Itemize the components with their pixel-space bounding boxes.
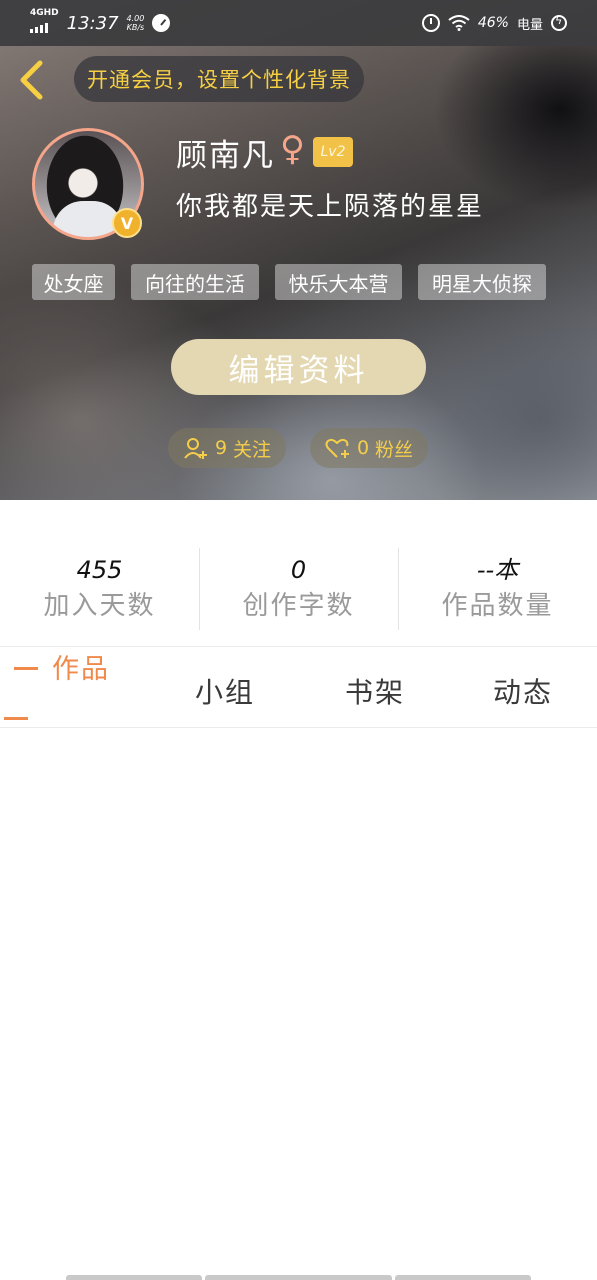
speedometer-icon	[152, 14, 171, 32]
profile-signature: 你我都是天上陨落的星星	[176, 192, 485, 222]
stat-value: --本	[476, 556, 519, 584]
gesture-bar-segment	[66, 1275, 202, 1280]
female-gender-icon: ♀	[280, 129, 305, 169]
following-label: 关注	[233, 438, 272, 461]
tab-works[interactable]: 作品	[52, 647, 110, 686]
tag-item[interactable]: 明星大侦探	[418, 264, 546, 300]
network-speed: 4.00 KB/s	[126, 14, 145, 32]
following-button[interactable]: 9 关注	[168, 428, 286, 468]
gesture-bar-segment	[395, 1275, 531, 1280]
stat-value: 455	[76, 556, 123, 584]
tab-bookshelf[interactable]: 书架	[345, 671, 405, 711]
followers-button[interactable]: 0 粉丝	[310, 428, 428, 468]
status-bar: 4GHD 13:37 4.00 KB/s 46% 电量	[0, 0, 597, 46]
heart-add-icon	[325, 438, 349, 458]
stat-label: 加入天数	[43, 591, 156, 621]
gesture-bar-segment	[205, 1275, 392, 1280]
tag-item[interactable]: 处女座	[32, 264, 115, 300]
profile-header: 4GHD 13:37 4.00 KB/s 46% 电量 开通会员	[0, 0, 597, 500]
user-add-icon	[184, 438, 207, 459]
edit-profile-button[interactable]: 编辑资料	[171, 339, 426, 395]
profile-tabs: 作品 小组 书架 动态	[0, 647, 597, 727]
stat-join-days: 455 加入天数	[0, 548, 199, 630]
followers-count: 0	[356, 437, 370, 459]
stat-word-count: 0 创作字数	[199, 548, 398, 630]
signal-bars-icon	[30, 22, 48, 33]
username: 顾南凡	[176, 138, 275, 174]
vip-background-prompt[interactable]: 开通会员，设置个性化背景	[74, 56, 364, 102]
wifi-icon	[448, 15, 470, 31]
clock: 13:37	[66, 12, 119, 34]
alarm-icon	[421, 14, 440, 32]
back-arrow-icon[interactable]	[16, 60, 46, 100]
charging-icon	[551, 14, 567, 31]
battery-label: 电量	[516, 17, 543, 33]
stat-works-count: --本 作品数量	[398, 548, 597, 630]
tag-item[interactable]: 快乐大本营	[275, 264, 402, 300]
level-badge: Lv2	[313, 137, 353, 167]
profile-stats: 455 加入天数 0 创作字数 --本 作品数量	[0, 548, 597, 630]
tag-item[interactable]: 向往的生活	[131, 264, 259, 300]
verified-badge: V	[112, 208, 142, 238]
battery-percent: 46%	[477, 15, 509, 31]
following-count: 9	[214, 437, 228, 459]
tab-activity[interactable]: 动态	[493, 671, 553, 711]
stat-value: 0	[290, 556, 307, 584]
stat-label: 作品数量	[441, 591, 554, 621]
tab-groups[interactable]: 小组	[195, 671, 255, 711]
followers-label: 粉丝	[375, 438, 414, 461]
avatar-container[interactable]: V	[32, 128, 144, 240]
signal-indicator: 4GHD	[30, 8, 59, 38]
stat-label: 创作字数	[242, 591, 355, 621]
tab-content-area	[0, 728, 597, 1268]
